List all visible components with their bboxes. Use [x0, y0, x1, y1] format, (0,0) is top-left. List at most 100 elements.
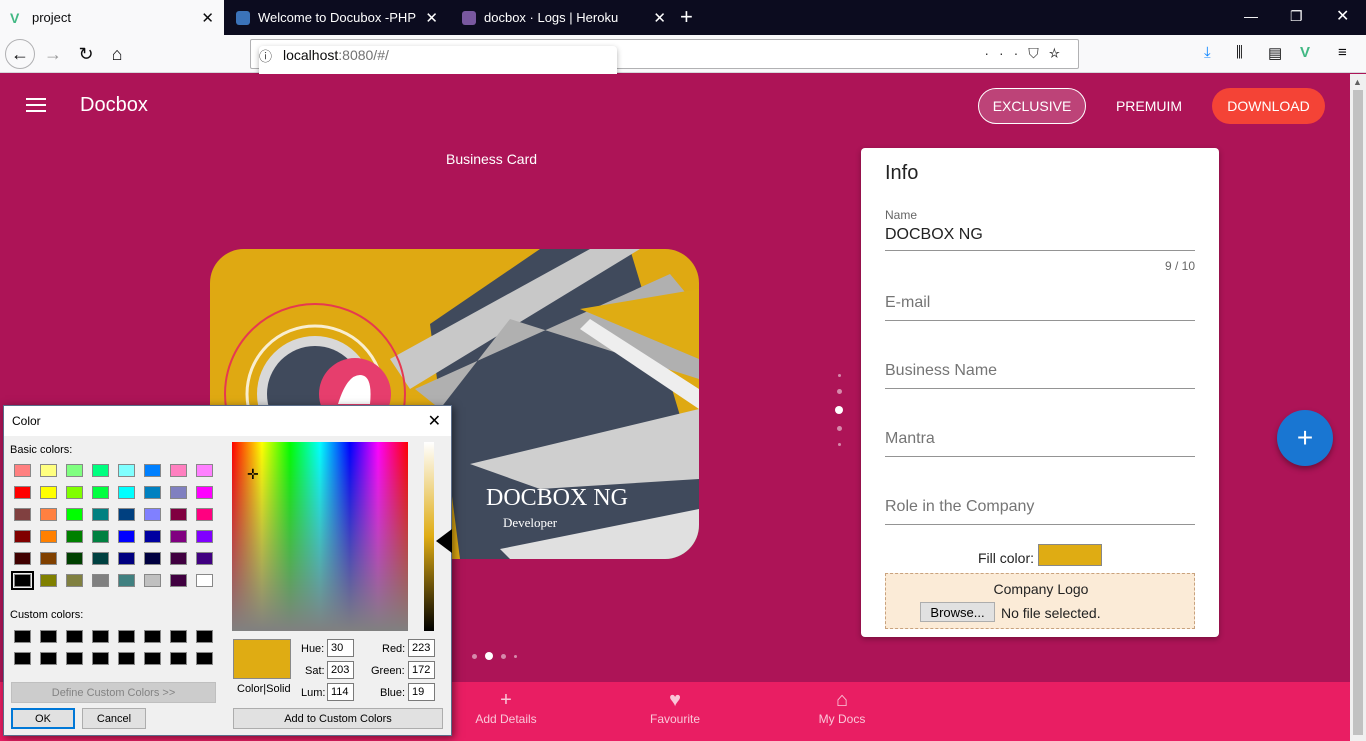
basic-color-swatch[interactable]	[14, 486, 31, 499]
basic-color-swatch[interactable]	[144, 508, 161, 521]
custom-color-swatch[interactable]	[66, 630, 83, 643]
business-name-input[interactable]: Business Name	[885, 362, 1195, 388]
name-input[interactable]: DOCBOX NG	[885, 226, 1195, 250]
custom-color-swatch[interactable]	[66, 652, 83, 665]
blue-input[interactable]: 19	[408, 683, 435, 701]
page-scrollbar[interactable]: ▲	[1350, 74, 1366, 741]
basic-color-swatch[interactable]	[92, 464, 109, 477]
home-icon[interactable]: ⌂	[104, 41, 130, 67]
basic-color-swatch[interactable]	[144, 464, 161, 477]
email-input[interactable]: E-mail	[885, 294, 1195, 320]
custom-color-swatch[interactable]	[170, 652, 187, 665]
menu-icon[interactable]	[26, 98, 46, 116]
fill-color-swatch[interactable]	[1038, 544, 1103, 566]
business-name-field[interactable]: Business Name	[885, 362, 1195, 389]
basic-color-swatch[interactable]	[40, 486, 57, 499]
tab-heroku[interactable]: docbox · Logs | Heroku ✕	[452, 0, 676, 35]
basic-color-swatch[interactable]	[92, 574, 109, 587]
premium-button[interactable]: PREMUIM	[1104, 88, 1194, 124]
basic-color-swatch[interactable]	[196, 552, 213, 565]
basic-color-swatch[interactable]	[66, 508, 83, 521]
reload-icon[interactable]: ↻	[73, 41, 99, 67]
bottom-nav-my-docs[interactable]: ⌂ My Docs	[782, 688, 902, 726]
page-actions-icons[interactable]: ···⛉☆	[984, 45, 1070, 62]
lum-input[interactable]: 114	[327, 683, 354, 701]
close-tab-icon[interactable]: ✕	[425, 9, 438, 27]
basic-color-swatch[interactable]	[40, 464, 57, 477]
bottom-nav-add-details[interactable]: + Add Details	[446, 688, 566, 726]
close-tab-icon[interactable]: ✕	[653, 9, 666, 27]
dialog-close-icon[interactable]: ✕	[428, 411, 441, 431]
define-custom-colors-button[interactable]: Define Custom Colors >>	[11, 682, 216, 703]
basic-color-swatch[interactable]	[170, 574, 187, 587]
add-to-custom-colors-button[interactable]: Add to Custom Colors	[233, 708, 443, 729]
email-field[interactable]: E-mail	[885, 294, 1195, 321]
basic-color-swatch[interactable]	[144, 530, 161, 543]
basic-color-swatch[interactable]	[170, 552, 187, 565]
basic-color-swatch[interactable]	[144, 552, 161, 565]
basic-color-swatch[interactable]	[92, 552, 109, 565]
basic-color-swatch[interactable]	[170, 486, 187, 499]
basic-color-swatch[interactable]	[40, 552, 57, 565]
red-input[interactable]: 223	[408, 639, 435, 657]
basic-color-swatch[interactable]	[92, 486, 109, 499]
basic-color-swatch[interactable]	[118, 486, 135, 499]
custom-color-swatch[interactable]	[92, 630, 109, 643]
vue-devtools-icon[interactable]: V	[1300, 44, 1310, 61]
bottom-nav-favourite[interactable]: ♥ Favourite	[615, 688, 735, 726]
minimize-icon[interactable]: —	[1244, 8, 1258, 24]
close-tab-icon[interactable]: ✕	[201, 9, 214, 27]
url-bar[interactable]: ⓘ localhost:8080/#/ ···⛉☆	[250, 39, 1079, 535]
name-field[interactable]: Name DOCBOX NG	[885, 208, 1195, 251]
basic-color-swatch[interactable]	[170, 464, 187, 477]
basic-color-swatch[interactable]	[118, 464, 135, 477]
basic-color-swatch[interactable]	[118, 530, 135, 543]
tab-project[interactable]: V project ✕	[0, 0, 224, 35]
browse-button[interactable]: Browse...	[920, 602, 995, 622]
forward-arrow-icon[interactable]: →	[40, 41, 66, 67]
basic-color-swatch[interactable]	[66, 530, 83, 543]
back-arrow-icon[interactable]: ←	[5, 39, 35, 69]
custom-color-swatch[interactable]	[40, 630, 57, 643]
luminance-slider[interactable]	[424, 442, 434, 631]
custom-color-swatch[interactable]	[92, 652, 109, 665]
custom-color-swatch[interactable]	[196, 652, 213, 665]
scrollbar-thumb[interactable]	[1353, 90, 1363, 735]
basic-color-swatch[interactable]	[196, 508, 213, 521]
add-fab-button[interactable]: +	[1277, 410, 1333, 466]
custom-color-swatch[interactable]	[144, 652, 161, 665]
basic-color-swatch[interactable]	[196, 530, 213, 543]
luminance-pointer-icon[interactable]	[436, 529, 452, 553]
vertical-carousel-dots[interactable]	[835, 374, 843, 458]
custom-color-swatch[interactable]	[40, 652, 57, 665]
basic-color-swatch[interactable]	[118, 574, 135, 587]
mantra-input[interactable]: Mantra	[885, 430, 1195, 456]
sidebar-icon[interactable]: ▤	[1268, 44, 1282, 62]
basic-color-swatch[interactable]	[118, 552, 135, 565]
hue-input[interactable]: 30	[327, 639, 354, 657]
role-input[interactable]: Role in the Company	[885, 498, 1195, 524]
scroll-up-icon[interactable]: ▲	[1353, 77, 1362, 87]
basic-color-swatch[interactable]	[66, 486, 83, 499]
basic-color-swatch[interactable]	[66, 574, 83, 587]
ok-button[interactable]: OK	[11, 708, 75, 729]
basic-color-swatch[interactable]	[14, 552, 31, 565]
new-tab-icon[interactable]: +	[680, 4, 693, 30]
download-icon[interactable]: ⤓	[1204, 44, 1211, 61]
basic-color-swatch[interactable]	[40, 508, 57, 521]
basic-color-swatch[interactable]	[170, 508, 187, 521]
basic-color-swatch[interactable]	[66, 464, 83, 477]
basic-color-swatch[interactable]	[144, 574, 161, 587]
basic-color-swatch[interactable]	[118, 508, 135, 521]
sat-input[interactable]: 203	[327, 661, 354, 679]
basic-color-swatch[interactable]	[144, 486, 161, 499]
basic-color-swatch[interactable]	[11, 571, 34, 590]
basic-color-swatch[interactable]	[196, 464, 213, 477]
tab-docubox[interactable]: Welcome to Docubox -PHP ✕	[226, 0, 448, 35]
custom-color-swatch[interactable]	[144, 630, 161, 643]
custom-color-swatch[interactable]	[196, 630, 213, 643]
custom-color-swatch[interactable]	[118, 630, 135, 643]
custom-color-swatch[interactable]	[14, 652, 31, 665]
basic-color-swatch[interactable]	[196, 486, 213, 499]
green-input[interactable]: 172	[408, 661, 435, 679]
